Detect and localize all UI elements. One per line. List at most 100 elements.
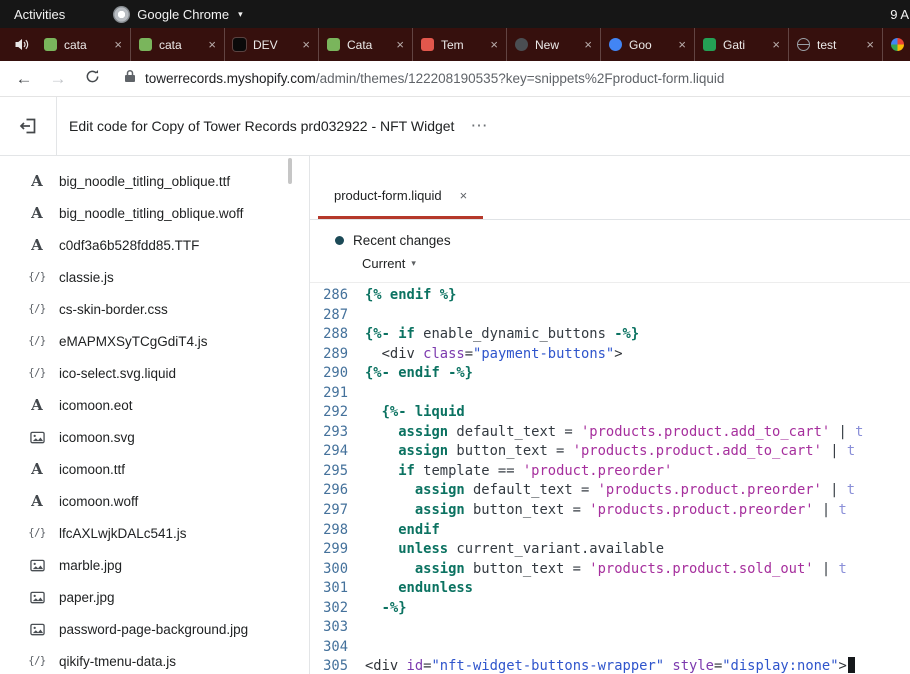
back-button[interactable]: ← (14, 69, 34, 89)
browser-tab[interactable]: cata × (36, 28, 130, 61)
file-item[interactable]: {/}ico-select.svg.liquid (0, 357, 309, 389)
reload-button[interactable] (82, 69, 102, 89)
browser-tab[interactable]: Gati× (694, 28, 788, 61)
browser-tab[interactable]: DEV× (224, 28, 318, 61)
recent-changes-label: Recent changes (353, 233, 451, 248)
file-name: big_noodle_titling_oblique.ttf (59, 174, 230, 189)
browser-tab[interactable]: Tem× (412, 28, 506, 61)
code-token: assign (415, 561, 465, 577)
browser-tab[interactable]: Cata × (318, 28, 412, 61)
font-file-icon: A (28, 236, 46, 254)
more-actions-button[interactable]: ⋯ (470, 116, 488, 136)
close-icon[interactable]: × (584, 37, 592, 52)
code-token: endif (398, 522, 440, 538)
file-item[interactable]: Abig_noodle_titling_oblique.woff (0, 197, 309, 229)
code-line[interactable]: 303 (310, 618, 910, 638)
line-number: 305 (310, 657, 348, 674)
file-item[interactable]: Aicomoon.ttf (0, 453, 309, 485)
tab-title: Cata (347, 38, 389, 52)
code-line[interactable]: 287 (310, 306, 910, 326)
file-name: icomoon.woff (59, 494, 138, 509)
file-item[interactable]: Aicomoon.eot (0, 389, 309, 421)
editor-tab-product-form[interactable]: product-form.liquid × (318, 188, 483, 219)
close-icon[interactable]: × (866, 37, 874, 52)
code-line[interactable]: 293 assign default_text = 'products.prod… (310, 423, 910, 443)
close-icon[interactable]: × (678, 37, 686, 52)
code-line[interactable]: 296 assign default_text = 'products.prod… (310, 481, 910, 501)
file-item[interactable]: icomoon.svg (0, 421, 309, 453)
forward-button[interactable]: → (48, 69, 68, 89)
code-line[interactable]: 288{%- if enable_dynamic_buttons -%} (310, 325, 910, 345)
code-token: = (465, 346, 473, 362)
file-item[interactable]: {/}lfcAXLwjkDALc541.js (0, 517, 309, 549)
code-token: {% endif %} (365, 287, 456, 303)
close-icon[interactable]: × (302, 37, 310, 52)
file-item[interactable]: {/}cs-skin-border.css (0, 293, 309, 325)
code-area[interactable]: 286{% endif %}287288{%- if enable_dynami… (310, 283, 910, 674)
code-line[interactable]: 294 assign button_text = 'products.produ… (310, 442, 910, 462)
line-content (348, 638, 365, 658)
code-line[interactable]: 301 endunless (310, 579, 910, 599)
file-item[interactable]: paper.jpg (0, 581, 309, 613)
file-item[interactable]: Ac0df3a6b528fdd85.TTF (0, 229, 309, 261)
code-token: 'products.product.preorder' (598, 482, 822, 498)
line-content: {%- endif -%} (348, 364, 473, 384)
code-line[interactable]: 298 endif (310, 521, 910, 541)
shopify-favicon-icon (139, 38, 152, 51)
code-line[interactable]: 304 (310, 638, 910, 658)
code-token (365, 522, 398, 538)
browser-tab[interactable]: × (882, 28, 910, 61)
activities-button[interactable]: Activities (0, 0, 79, 28)
code-token: t (855, 424, 863, 440)
status-dot-icon (335, 236, 344, 245)
active-app-menu[interactable]: Google Chrome ▾ (113, 6, 242, 23)
line-number: 299 (310, 540, 348, 560)
code-line[interactable]: 292 {%- liquid (310, 403, 910, 423)
code-token: default_text = (465, 482, 598, 498)
line-content: endif (348, 521, 440, 541)
code-line[interactable]: 295 if template == 'product.preorder' (310, 462, 910, 482)
file-item[interactable]: {/}qikify-tmenu-data.js (0, 645, 309, 674)
sidebar-scrollbar-thumb[interactable] (288, 158, 292, 184)
file-item[interactable]: Abig_noodle_titling_oblique.ttf (0, 165, 309, 197)
code-line[interactable]: 302 -%} (310, 599, 910, 619)
file-item[interactable]: Aicomoon.woff (0, 485, 309, 517)
code-line[interactable]: 289 <div class="payment-buttons"> (310, 345, 910, 365)
tab-title: New (535, 38, 577, 52)
browser-tab[interactable]: cata× (130, 28, 224, 61)
tab-title: cata (64, 38, 107, 52)
code-line[interactable]: 297 assign button_text = 'products.produ… (310, 501, 910, 521)
code-token (365, 541, 398, 557)
code-token: "payment-buttons" (473, 346, 614, 362)
code-line[interactable]: 305<div id="nft-widget-buttons-wrapper" … (310, 657, 910, 674)
code-token (365, 502, 415, 518)
close-icon[interactable]: × (396, 37, 404, 52)
code-file-icon: {/} (28, 367, 46, 379)
media-speaker-icon[interactable] (14, 37, 30, 53)
file-item[interactable]: {/}eMAPMXSyTCgGdiT4.js (0, 325, 309, 357)
code-token: assign (415, 502, 465, 518)
version-dropdown[interactable]: Current ▾ (362, 256, 442, 271)
code-line[interactable]: 290{%- endif -%} (310, 364, 910, 384)
browser-tab[interactable]: New × (506, 28, 600, 61)
line-number: 289 (310, 345, 348, 365)
code-line[interactable]: 300 assign button_text = 'products.produ… (310, 560, 910, 580)
close-icon[interactable]: × (208, 37, 216, 52)
code-line[interactable]: 291 (310, 384, 910, 404)
code-line[interactable]: 299 unless current_variant.available (310, 540, 910, 560)
browser-tab[interactable]: test× (788, 28, 882, 61)
close-icon[interactable]: × (460, 188, 468, 203)
exit-code-editor-button[interactable] (0, 97, 57, 155)
file-item[interactable]: password-page-background.jpg (0, 613, 309, 645)
file-name: icomoon.eot (59, 398, 133, 413)
file-item[interactable]: marble.jpg (0, 549, 309, 581)
close-icon[interactable]: × (114, 37, 122, 52)
code-token: current_variant.available (448, 541, 664, 557)
close-icon[interactable]: × (490, 37, 498, 52)
code-line[interactable]: 286{% endif %} (310, 286, 910, 306)
editor-tab-label: product-form.liquid (334, 188, 442, 203)
address-bar[interactable]: towerrecords.myshopify.com/admin/themes/… (124, 69, 910, 88)
file-item[interactable]: {/}classie.js (0, 261, 309, 293)
close-icon[interactable]: × (772, 37, 780, 52)
browser-tab[interactable]: Goo× (600, 28, 694, 61)
